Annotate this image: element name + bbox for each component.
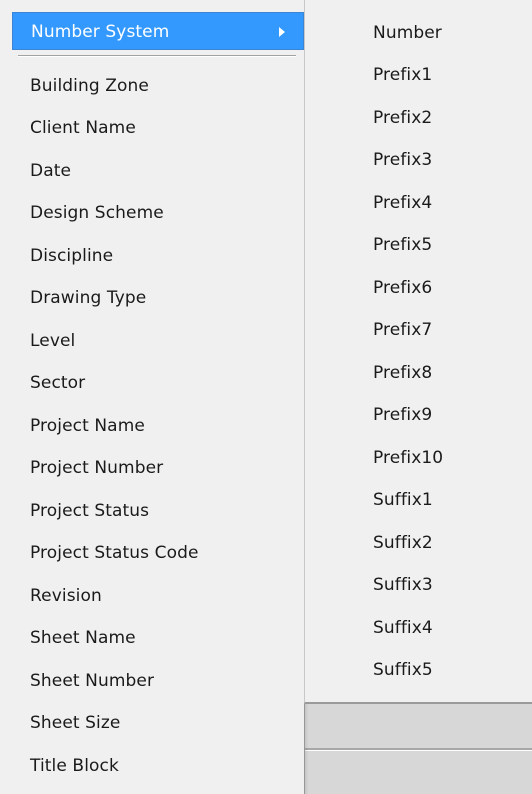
menu-separator	[18, 55, 296, 57]
submenu-item-prefix6[interactable]: Prefix6	[373, 274, 432, 302]
chevron-right-icon	[279, 27, 285, 37]
menu-item-building-zone[interactable]: Building Zone	[18, 71, 296, 101]
menu-item-number-system[interactable]: Number System	[12, 12, 304, 50]
submenu-item-suffix3[interactable]: Suffix3	[373, 571, 433, 599]
submenu-item-prefix9[interactable]: Prefix9	[373, 401, 432, 429]
submenu-item-prefix7[interactable]: Prefix7	[373, 316, 432, 344]
divider	[300, 750, 532, 751]
menu-item-project-name[interactable]: Project Name	[18, 411, 296, 441]
submenu-item-suffix2[interactable]: Suffix2	[373, 529, 433, 557]
submenu-item-suffix1[interactable]: Suffix1	[373, 486, 433, 514]
menu-item-project-status[interactable]: Project Status	[18, 496, 296, 526]
context-menu: Number System Building Zone Client Name …	[0, 0, 305, 794]
submenu-item-prefix4[interactable]: Prefix4	[373, 189, 432, 217]
menu-item-level[interactable]: Level	[18, 326, 296, 356]
background-window-strip	[300, 700, 532, 794]
menu-item-date[interactable]: Date	[18, 156, 296, 186]
menu-item-sheet-number[interactable]: Sheet Number	[18, 666, 296, 696]
submenu-item-number[interactable]: Number	[373, 19, 442, 47]
menu-item-discipline[interactable]: Discipline	[18, 241, 296, 271]
menu-item-drawing-type[interactable]: Drawing Type	[18, 283, 296, 313]
menu-item-sheet-size[interactable]: Sheet Size	[18, 708, 296, 738]
submenu-item-prefix1[interactable]: Prefix1	[373, 61, 432, 89]
submenu-item-prefix3[interactable]: Prefix3	[373, 146, 432, 174]
submenu-item-prefix2[interactable]: Prefix2	[373, 104, 432, 132]
menu-item-sheet-name[interactable]: Sheet Name	[18, 623, 296, 653]
submenu-item-suffix4[interactable]: Suffix4	[373, 614, 433, 642]
menu-item-client-name[interactable]: Client Name	[18, 113, 296, 143]
submenu-item-suffix5[interactable]: Suffix5	[373, 656, 433, 684]
number-system-submenu: Number Prefix1 Prefix2 Prefix3 Prefix4 P…	[304, 0, 532, 704]
menu-item-sector[interactable]: Sector	[18, 368, 296, 398]
menu-item-project-number[interactable]: Project Number	[18, 453, 296, 483]
submenu-item-prefix8[interactable]: Prefix8	[373, 359, 432, 387]
menu-item-project-status-code[interactable]: Project Status Code	[18, 538, 296, 568]
submenu-item-prefix5[interactable]: Prefix5	[373, 231, 432, 259]
menu-item-label: Number System	[31, 22, 170, 42]
menu-item-revision[interactable]: Revision	[18, 581, 296, 611]
menu-item-title-block[interactable]: Title Block	[18, 751, 296, 781]
submenu-item-prefix10[interactable]: Prefix10	[373, 444, 443, 472]
menu-item-design-scheme[interactable]: Design Scheme	[18, 198, 296, 228]
